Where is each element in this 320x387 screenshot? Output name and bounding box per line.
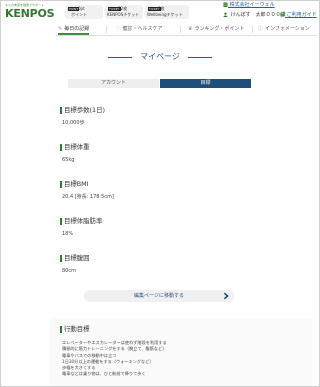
nav-tab-daily-record[interactable]: ✎ 毎日の記録 [58, 24, 90, 35]
user-row: けんぽす 太郎０００様 ご利用ガイド [223, 12, 319, 19]
kenpos-ticket-pill[interactable]: TICKET 12枚 KENPOSチケット [105, 5, 143, 19]
point-count: 0pt [78, 6, 85, 11]
action-list: エレベーターやエスカレーターは使わず階段を利用する 積極的に筋力トレーニングをす… [62, 340, 167, 378]
goal-bmi: 目標BMI 20.4 [身長: 178.5cm] [60, 180, 114, 200]
wellbeing-ticket-label: Wellbeingチケット [147, 12, 183, 17]
pencil-icon: ✎ [58, 26, 63, 32]
nav-tab-ranking[interactable]: ♛ ランキング・ポイント [188, 24, 244, 35]
kenpos-ticket-label: KENPOSチケット [107, 12, 140, 17]
goal-weight: 目標体重 65kg [60, 143, 90, 163]
chevron-right-icon [223, 292, 229, 300]
wellbeing-ticket-count: 0枚 [158, 6, 165, 11]
nav-tab-checkup[interactable]: ♡ 健診・ヘルスケア [116, 24, 163, 35]
nav-tab-label: ランキング・ポイント [194, 26, 245, 32]
info-icon: ⓘ [258, 26, 264, 32]
site-header: キミの未来を健康でサポート KENPOS POINT 0pt ポイント TICK… [1, 1, 319, 23]
kenpos-ticket-count: 12枚 [118, 6, 128, 11]
nav-tab-label: 健診・ヘルスケア [122, 26, 163, 32]
guide-label: ご利用ガイド [286, 12, 317, 18]
goal-waist: 目標腹囲 80cm [60, 254, 90, 274]
list-item: 積極的に筋力トレーニングをする（腕立て、腹筋など） [62, 346, 167, 352]
page-title: マイページ [140, 52, 180, 61]
goal-value: 20.4 [身長: 178.5cm] [62, 194, 114, 200]
nav-tab-label: 毎日の記録 [64, 26, 90, 32]
point-label: ポイント [71, 12, 87, 17]
goal-steps: 目標歩数(1日) 10,000歩 [60, 106, 105, 126]
goal-value: 10,000歩 [62, 120, 85, 126]
building-icon [223, 2, 228, 7]
goal-heading: 目標腹囲 [60, 254, 90, 263]
trophy-icon: ♛ [188, 26, 193, 32]
nav-divider [180, 26, 181, 33]
kenpos-logo[interactable]: キミの未来を健康でサポート KENPOS [5, 3, 57, 23]
book-icon [280, 12, 285, 17]
guide-link[interactable]: ご利用ガイド [280, 12, 317, 19]
tab-goal[interactable]: 目標 [160, 79, 251, 88]
global-nav: ✎ 毎日の記録 ♡ 健診・ヘルスケア ♛ ランキング・ポイント ⓘ インフォメーション [56, 24, 318, 36]
list-item: 電車などは乗り物は、ひと駅前で降りて歩く [62, 371, 146, 377]
edit-page-button[interactable]: 編集ページに移動する [84, 290, 234, 302]
goal-heading: 目標BMI [60, 180, 114, 189]
goal-heading: 目標体脂肪率 [60, 217, 102, 226]
title-rule-right [188, 57, 212, 58]
company-name: 株式会社イーウェル [229, 2, 275, 8]
goal-value: 65kg [62, 157, 75, 163]
goal-value: 18% [62, 231, 74, 237]
point-pill[interactable]: POINT 0pt ポイント [65, 5, 103, 19]
mypage-tabs: アカウント 目標 [68, 79, 251, 88]
goal-heading: 目標歩数(1日) [60, 106, 105, 115]
goal-body-fat: 目標体脂肪率 18% [60, 217, 102, 237]
heart-icon: ♡ [116, 26, 121, 32]
user-name[interactable]: けんぽす 太郎０００様 [231, 12, 286, 18]
action-heading: 行動目標 [60, 325, 90, 334]
nav-tab-information[interactable]: ⓘ インフォメーション [258, 24, 310, 35]
wellbeing-ticket-pill[interactable]: TICKET 0枚 Wellbeingチケット [145, 5, 189, 19]
goal-value: 80cm [62, 268, 76, 274]
nav-divider [106, 26, 107, 33]
nav-divider [252, 26, 253, 33]
action-goals-box: 行動目標 エレベーターやエスカレーターは使わず階段を利用する 積極的に筋力トレー… [50, 318, 312, 386]
user-icon [223, 12, 228, 17]
tab-account[interactable]: アカウント [68, 79, 159, 88]
logo-text: KENPOS [5, 7, 55, 20]
edit-button-label: 編集ページに移動する [134, 293, 184, 299]
company-link[interactable]: 株式会社イーウェル [223, 2, 275, 8]
nav-tab-label: インフォメーション [265, 26, 310, 32]
goal-heading: 目標体重 [60, 143, 90, 152]
